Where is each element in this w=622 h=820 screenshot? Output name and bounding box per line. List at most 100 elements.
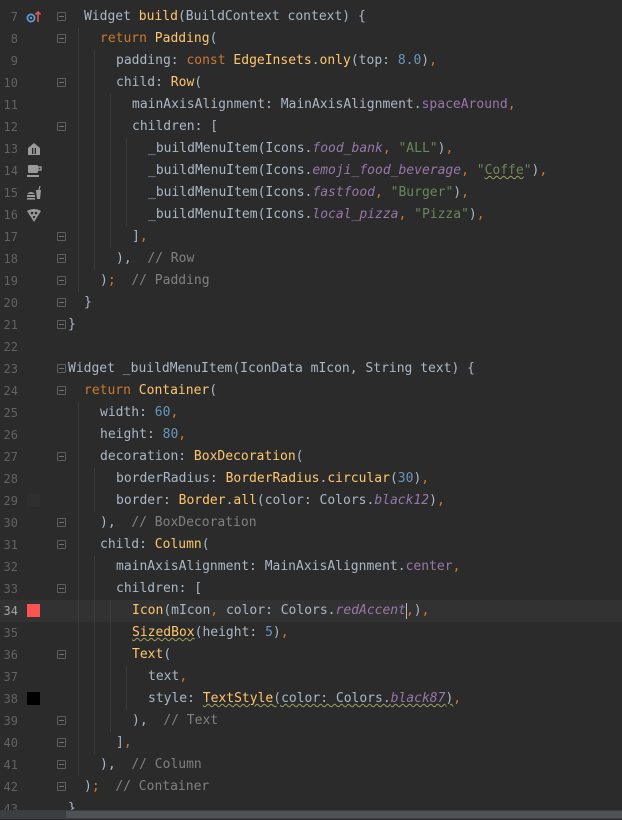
code-line[interactable]: 32 mainAxisAlignment: MainAxisAlignment.c… [0,556,622,578]
fold-toggle-icon[interactable] [57,452,66,461]
code-text[interactable]: decoration: BoxDecoration( [100,446,304,468]
code-line[interactable]: 37 text, [0,666,622,688]
code-line[interactable]: 38 style: TextStyle(color: Colors.black87… [0,688,622,710]
code-text[interactable]: Text( [132,644,171,666]
fold-toggle-icon[interactable] [57,364,66,373]
fold-toggle-icon[interactable] [57,782,66,791]
code-line[interactable]: 30), // BoxDecoration [0,512,622,534]
fold-toggle-icon[interactable] [57,122,66,131]
code-line[interactable]: 23 Widget _buildMenuItem(IconData mIcon, … [0,358,622,380]
code-text[interactable]: return Padding( [100,28,217,50]
fold-toggle-icon[interactable] [57,254,66,263]
code-text[interactable]: children: [ [132,116,218,138]
code-line[interactable]: 13 _buildMenuItem(Icons.food_bank, "ALL")… [0,138,622,160]
code-line[interactable]: 12 children: [ [0,116,622,138]
horizontal-scrollbar[interactable] [0,810,622,819]
fastfood-icon[interactable] [26,185,42,200]
code-text[interactable]: return Container( [84,380,217,402]
code-line[interactable]: 28 borderRadius: BorderRadius.circular(30… [0,468,622,490]
code-text[interactable]: ), // Text [132,710,218,732]
local-pizza-icon[interactable] [26,208,42,222]
code-text[interactable]: Icon(mIcon, color: Colors.redAccent,), [132,600,429,622]
code-line[interactable]: 27 decoration: BoxDecoration( [0,446,622,468]
code-text[interactable]: ); // Padding [100,270,210,292]
code-line[interactable]: 18), // Row [0,248,622,270]
code-text[interactable]: ], [132,226,148,248]
code-line[interactable]: 11 mainAxisAlignment: MainAxisAlignment.s… [0,94,622,116]
code-line[interactable]: 35 SizedBox(height: 5), [0,622,622,644]
fold-toggle-icon[interactable] [57,232,66,241]
code-text[interactable]: width: 60, [100,402,178,424]
code-line[interactable]: 39), // Text [0,710,622,732]
code-text[interactable]: ), // Column [100,754,202,776]
code-line[interactable]: 31 child: Column( [0,534,622,556]
code-line[interactable]: 17], [0,226,622,248]
code-line[interactable]: 40], [0,732,622,754]
code-text[interactable]: child: Column( [100,534,210,556]
code-line[interactable]: 26 height: 80, [0,424,622,446]
code-line[interactable]: 20} [0,292,622,314]
fold-toggle-icon[interactable] [57,276,66,285]
code-text[interactable]: ), // Row [116,248,194,270]
code-line[interactable]: 29 border: Border.all(color: Colors.black… [0,490,622,512]
code-text[interactable]: _buildMenuItem(Icons.fastfood, "Burger")… [148,182,469,204]
code-text[interactable]: border: Border.all(color: Colors.black12… [116,490,445,512]
code-text[interactable]: padding: const EdgeInsets.only(top: 8.0)… [116,50,437,72]
fold-toggle-icon[interactable] [57,650,66,659]
code-line[interactable]: 22 [0,336,622,358]
code-line[interactable]: 24 return Container( [0,380,622,402]
fold-toggle-icon[interactable] [57,518,66,527]
fold-toggle-icon[interactable] [57,298,66,307]
fold-toggle-icon[interactable] [57,716,66,725]
code-text[interactable]: mainAxisAlignment: MainAxisAlignment.spa… [132,94,516,116]
scrollbar-thumb[interactable] [66,811,622,818]
code-line[interactable]: 21} [0,314,622,336]
code-line[interactable]: 36 Text( [0,644,622,666]
code-line[interactable]: 16 _buildMenuItem(Icons.local_pizza, "Piz… [0,204,622,226]
code-text[interactable]: _buildMenuItem(Icons.emoji_food_beverage… [148,160,547,182]
code-text[interactable]: child: Row( [116,72,202,94]
code-line[interactable]: 42); // Container [0,776,622,798]
color-swatch-black87[interactable] [27,692,40,705]
color-swatch-black12[interactable] [27,494,40,507]
fold-toggle-icon[interactable] [57,760,66,769]
food-bank-icon[interactable] [26,142,42,156]
code-line[interactable]: 10 child: Row( [0,72,622,94]
code-text[interactable]: height: 80, [100,424,186,446]
code-text[interactable]: } [68,314,76,336]
fold-toggle-icon[interactable] [57,320,66,329]
code-text[interactable]: ), // BoxDecoration [100,512,257,534]
code-text[interactable]: style: TextStyle(color: Colors.black87), [148,688,461,710]
fold-toggle-icon[interactable] [57,540,66,549]
code-text[interactable]: mainAxisAlignment: MainAxisAlignment.cen… [116,556,460,578]
code-line[interactable]: 8 return Padding( [0,28,622,50]
code-text[interactable]: SizedBox(height: 5), [132,622,289,644]
code-text[interactable]: ); // Container [84,776,209,798]
code-text[interactable]: ], [116,732,132,754]
fold-toggle-icon[interactable] [57,738,66,747]
fold-toggle-icon[interactable] [57,34,66,43]
code-text[interactable]: children: [ [116,578,202,600]
code-line[interactable]: 9 padding: const EdgeInsets.only(top: 8.0… [0,50,622,72]
code-text[interactable]: text, [148,666,187,688]
code-line[interactable]: 33 children: [ [0,578,622,600]
fold-toggle-icon[interactable] [57,78,66,87]
code-line[interactable]: 7 Widget build(BuildContext context) { [0,6,622,28]
code-line[interactable]: 14 _buildMenuItem(Icons.emoji_food_bevera… [0,160,622,182]
code-editor[interactable]: 7 Widget build(BuildContext context) {8 re… [0,6,622,820]
code-text[interactable]: } [84,292,92,314]
code-text[interactable]: _buildMenuItem(Icons.local_pizza, "Pizza… [148,204,485,226]
code-line[interactable]: 15 _buildMenuItem(Icons.fastfood, "Burger… [0,182,622,204]
code-text[interactable]: Widget _buildMenuItem(IconData mIcon, St… [68,358,475,380]
fold-toggle-icon[interactable] [57,584,66,593]
code-text[interactable]: _buildMenuItem(Icons.food_bank, "ALL"), [148,138,453,160]
code-text[interactable]: Widget build(BuildContext context) { [84,6,366,28]
code-line[interactable]: 19); // Padding [0,270,622,292]
code-text[interactable]: borderRadius: BorderRadius.circular(30), [116,468,429,490]
code-line[interactable]: 34 Icon(mIcon, color: Colors.redAccent,), [0,600,622,622]
color-swatch-redaccent[interactable] [27,604,40,617]
override-up-icon[interactable] [26,10,42,24]
fold-toggle-icon[interactable] [57,386,66,395]
code-line[interactable]: 41), // Column [0,754,622,776]
food-beverage-icon[interactable] [26,164,42,178]
